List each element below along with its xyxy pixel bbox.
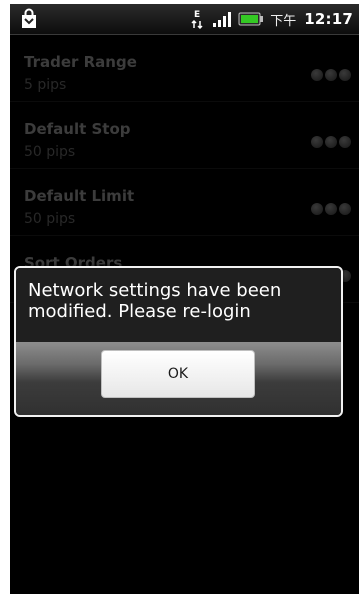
alert-dialog: Network settings have been modified. Ple… (14, 266, 343, 417)
status-bar: E 下午 12:17 (10, 4, 359, 35)
status-ampm: 下午 (270, 13, 297, 29)
dialog-message: Network settings have been modified. Ple… (28, 280, 282, 322)
signal-icon (213, 12, 232, 27)
battery-icon (238, 12, 264, 26)
ok-button[interactable]: OK (101, 350, 255, 398)
status-time: 12:17 (304, 10, 353, 28)
dialog-button-bar: OK (16, 342, 341, 415)
data-transfer-icon: E (191, 10, 203, 30)
shopping-bag-icon (22, 8, 36, 28)
data-indicator-label: E (194, 10, 200, 20)
status-right-group: E 下午 12:17 (190, 4, 353, 34)
dialog-message-area: Network settings have been modified. Ple… (16, 268, 341, 342)
